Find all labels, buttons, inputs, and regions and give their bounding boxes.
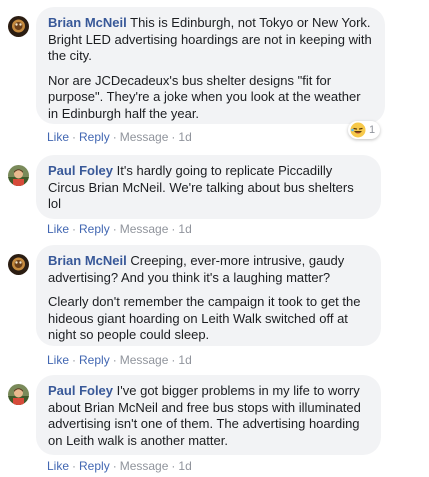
- author-name[interactable]: Paul Foley: [48, 163, 113, 178]
- reply-link[interactable]: Reply: [79, 222, 110, 236]
- message-link[interactable]: Message: [120, 353, 169, 367]
- comment-paragraph: Nor are JCDecadeux's bus shelter designs…: [48, 72, 361, 121]
- separator: ·: [112, 353, 117, 367]
- separator: ·: [112, 130, 117, 144]
- timestamp[interactable]: 1d: [178, 130, 191, 144]
- avatar-paul-foley[interactable]: [8, 165, 29, 186]
- avatar-brian-mcneil[interactable]: [8, 254, 29, 275]
- separator: ·: [171, 459, 176, 473]
- timestamp[interactable]: 1d: [178, 459, 191, 473]
- comment-text: Brian McNeil This is Edinburgh, not Toky…: [48, 15, 373, 65]
- separator: ·: [72, 459, 77, 473]
- comment-text: Paul Foley I've got bigger problems in m…: [48, 383, 369, 449]
- like-link[interactable]: Like: [47, 353, 69, 367]
- comment-bubble: Paul Foley It's hardly going to replicat…: [36, 155, 381, 219]
- comment-actions: Like · Reply · Message · 1d: [47, 222, 192, 236]
- timestamp[interactable]: 1d: [178, 222, 191, 236]
- reaction-count: 1: [369, 124, 376, 136]
- like-link[interactable]: Like: [47, 222, 69, 236]
- message-link[interactable]: Message: [120, 130, 169, 144]
- separator: ·: [72, 353, 77, 367]
- comment-bubble: Brian McNeil Creeping, ever-more intrusi…: [36, 245, 381, 346]
- comment-bubble: Paul Foley I've got bigger problems in m…: [36, 375, 381, 455]
- comment-actions: Like · Reply · Message · 1d: [47, 353, 192, 367]
- like-link[interactable]: Like: [47, 459, 69, 473]
- reply-link[interactable]: Reply: [79, 459, 110, 473]
- like-link[interactable]: Like: [47, 130, 69, 144]
- separator: ·: [171, 353, 176, 367]
- comment-text: Brian McNeil Creeping, ever-more intrusi…: [48, 253, 369, 286]
- separator: ·: [171, 130, 176, 144]
- reply-link[interactable]: Reply: [79, 130, 110, 144]
- separator: ·: [112, 222, 117, 236]
- message-link[interactable]: Message: [120, 459, 169, 473]
- reaction-badge[interactable]: 1: [348, 121, 381, 139]
- separator: ·: [72, 222, 77, 236]
- avatar-brian-mcneil[interactable]: [8, 16, 29, 37]
- comment-text: Paul Foley It's hardly going to replicat…: [48, 163, 369, 213]
- comment-actions: Like · Reply · Message · 1d: [47, 459, 192, 473]
- separator: ·: [171, 222, 176, 236]
- separator: ·: [72, 130, 77, 144]
- comment-thread: Brian McNeil This is Edinburgh, not Toky…: [0, 0, 429, 477]
- laughing-emoji-icon: [350, 122, 366, 138]
- comment-paragraph: Clearly don't remember the campaign it t…: [48, 294, 361, 342]
- avatar-paul-foley[interactable]: [8, 384, 29, 405]
- author-name[interactable]: Paul Foley: [48, 383, 113, 398]
- message-link[interactable]: Message: [120, 222, 169, 236]
- comment-bubble: Brian McNeil This is Edinburgh, not Toky…: [36, 7, 385, 124]
- timestamp[interactable]: 1d: [178, 353, 191, 367]
- author-name[interactable]: Brian McNeil: [48, 253, 127, 268]
- reply-link[interactable]: Reply: [79, 353, 110, 367]
- author-name[interactable]: Brian McNeil: [48, 15, 127, 30]
- comment-actions: Like · Reply · Message · 1d: [47, 130, 192, 144]
- separator: ·: [112, 459, 117, 473]
